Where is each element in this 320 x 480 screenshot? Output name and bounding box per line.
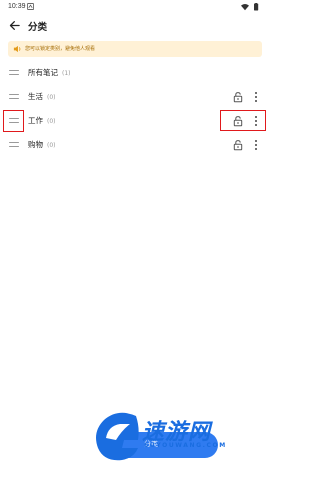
watermark-logo-icon xyxy=(96,412,139,461)
app-header: 分类 xyxy=(0,14,270,38)
lock-icon[interactable] xyxy=(232,91,244,103)
category-name: 所有笔记 (1) xyxy=(28,68,71,77)
watermark-subtitle: SUYOUWANG.COM xyxy=(144,442,227,449)
battery-icon xyxy=(254,3,259,11)
category-count: (0) xyxy=(47,142,56,149)
category-name: 工作 (0) xyxy=(28,116,56,125)
category-name: 购物 (0) xyxy=(28,140,56,149)
highlight-box-actions xyxy=(220,110,266,131)
category-count: (0) xyxy=(47,94,56,101)
category-name: 生活 (0) xyxy=(28,92,56,101)
highlight-box-drag-handle xyxy=(3,110,24,132)
category-row-all-notes[interactable]: 所有笔记 (1) xyxy=(0,61,270,85)
status-icons xyxy=(241,3,259,11)
drag-handle-icon[interactable] xyxy=(9,93,19,100)
speaker-icon xyxy=(13,45,21,53)
category-row-shopping[interactable]: 购物 (0) xyxy=(0,133,270,157)
category-count: (0) xyxy=(47,118,56,125)
tip-banner: 您可以锁定类别，避免他人观看 xyxy=(8,41,262,57)
status-time: 10:39 xyxy=(8,3,26,10)
status-bar: 10:39 xyxy=(0,0,270,14)
drag-handle-icon[interactable] xyxy=(9,69,19,76)
back-arrow-icon xyxy=(9,20,20,30)
wifi-icon xyxy=(241,4,249,11)
more-vertical-icon[interactable] xyxy=(253,90,259,104)
tip-text: 您可以锁定类别，避免他人观看 xyxy=(25,46,96,52)
watermark: 速游网 SUYOUWANG.COM xyxy=(92,408,262,464)
lock-icon[interactable] xyxy=(232,139,244,151)
more-vertical-icon[interactable] xyxy=(253,138,259,152)
drag-handle-icon[interactable] xyxy=(9,141,19,148)
page-title: 分类 xyxy=(28,22,48,33)
category-row-life[interactable]: 生活 (0) xyxy=(0,85,270,109)
category-count: (1) xyxy=(62,70,71,77)
back-button[interactable] xyxy=(6,17,22,33)
notification-icon xyxy=(27,3,34,10)
